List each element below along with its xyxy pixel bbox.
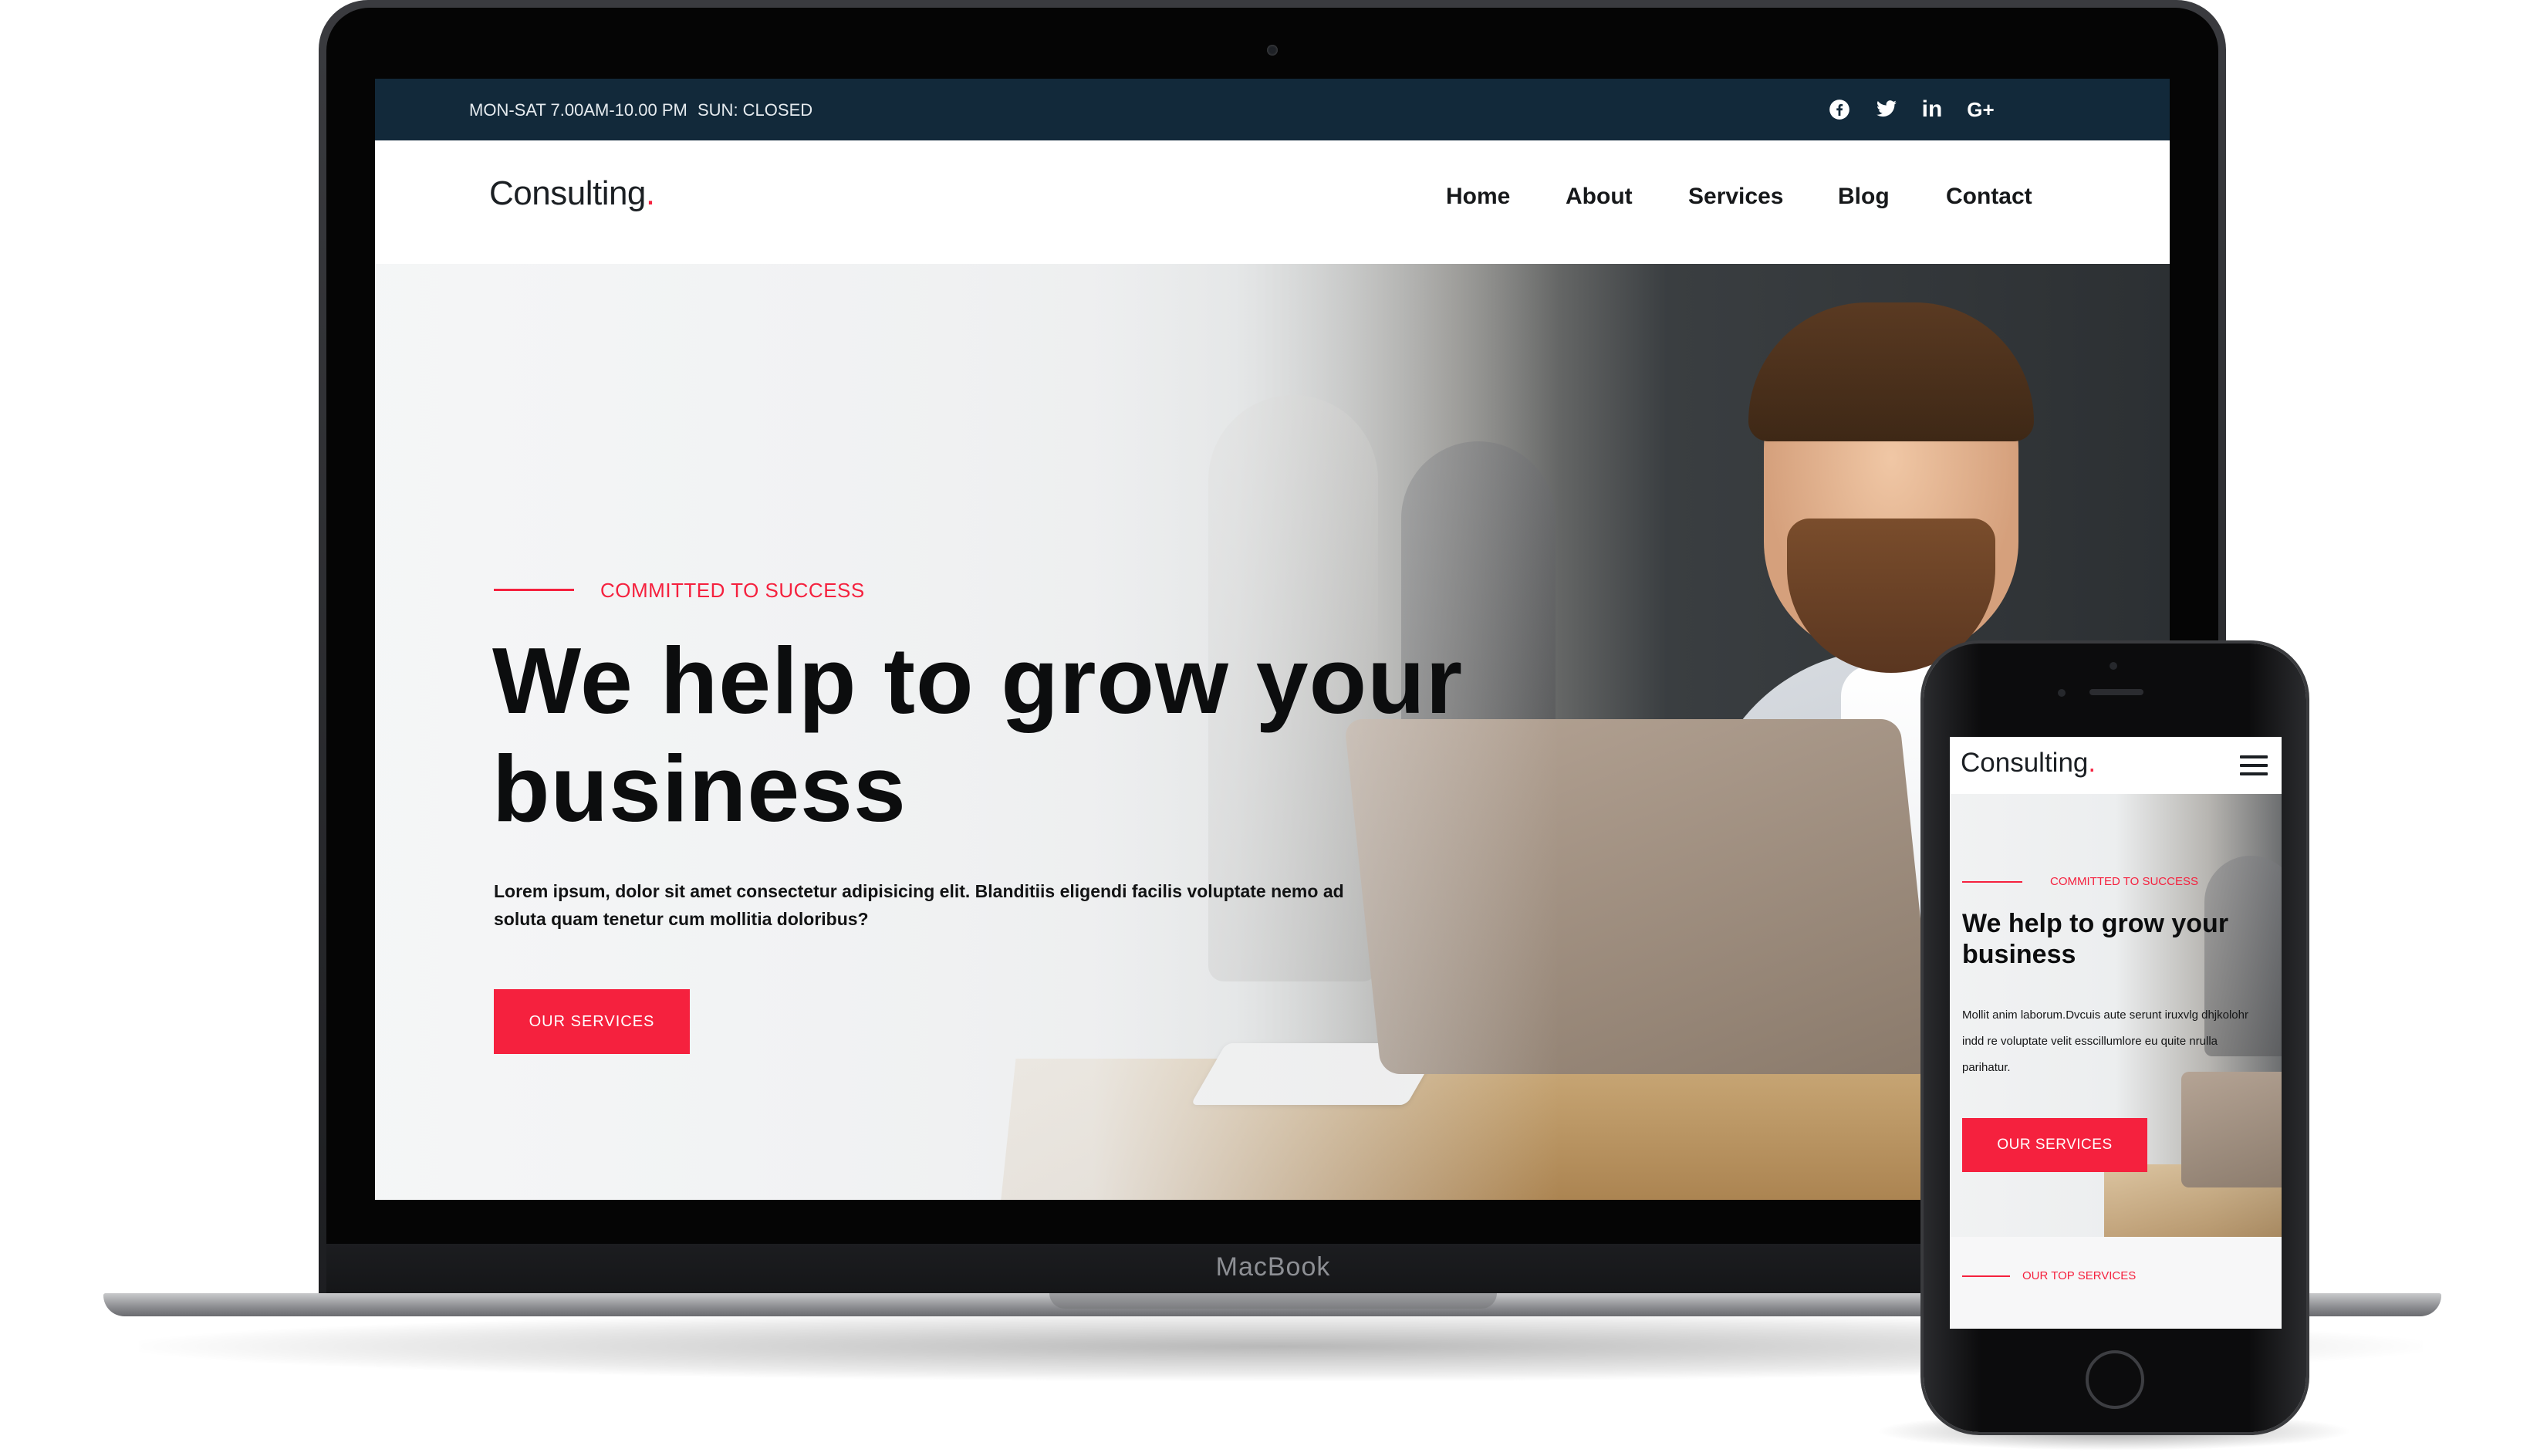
mobile-logo-text: Consulting	[1961, 748, 2089, 778]
mobile-logo-dot: .	[2088, 748, 2096, 778]
mobile-navbar: Consulting.	[1950, 737, 2282, 794]
mobile-hero-section: COMMITTED TO SUCCESS We help to grow you…	[1950, 794, 2282, 1237]
mobile-section-line	[1962, 1275, 2010, 1277]
mobile-services-section: OUR TOP SERVICES	[1950, 1237, 2282, 1329]
mobile-hero-description: Mollit anim laborum.Dvcuis aute serunt i…	[1962, 1008, 2248, 1074]
nav-services[interactable]: Services	[1688, 184, 1783, 210]
logo-text: Consulting	[489, 174, 646, 212]
phone-speaker	[2089, 689, 2143, 695]
facebook-icon[interactable]	[1824, 94, 1855, 125]
google-plus-icon[interactable]: G+	[1963, 94, 1998, 125]
hero-description: Lorem ipsum, dolor sit amet consectetur …	[494, 881, 1344, 929]
phone-screen: Consulting. COMMITTED TO SUCCESS We help…	[1950, 737, 2282, 1329]
nav-home[interactable]: Home	[1446, 184, 1510, 210]
hero-kicker-line	[494, 589, 574, 591]
phone-home-button[interactable]	[2086, 1350, 2144, 1409]
mobile-section-kicker: OUR TOP SERVICES	[2022, 1269, 2137, 1282]
twitter-icon[interactable]	[1871, 94, 1902, 125]
hero-title: We help to grow your business	[492, 628, 1464, 841]
phone-camera	[2110, 662, 2117, 670]
top-info-bar: MON-SAT 7.00AM-10.00 PM SUN: CLOSED in G…	[375, 79, 2170, 140]
mobile-kicker-line	[1962, 881, 2022, 883]
logo-dot: .	[645, 174, 655, 212]
nav-blog[interactable]: Blog	[1838, 184, 1890, 210]
laptop-screen: MON-SAT 7.00AM-10.00 PM SUN: CLOSED in G…	[375, 79, 2170, 1200]
main-navbar: Consulting. Home About Services Blog Con…	[375, 140, 2170, 264]
nav-about[interactable]: About	[1566, 184, 1633, 210]
mobile-hero-title: We help to grow your business	[1962, 909, 2229, 969]
site-logo[interactable]: Consulting.	[489, 174, 655, 213]
laptop-brand-label: MacBook	[1215, 1252, 1331, 1282]
nav-contact[interactable]: Contact	[1946, 184, 2032, 210]
opening-hours: MON-SAT 7.00AM-10.00 PM	[469, 100, 687, 120]
mobile-our-services-button[interactable]: OUR SERVICES	[1962, 1118, 2147, 1172]
linkedin-icon[interactable]: in	[1917, 94, 1947, 125]
our-services-button[interactable]: OUR SERVICES	[494, 989, 690, 1054]
mobile-hero-kicker: COMMITTED TO SUCCESS	[2050, 875, 2198, 888]
phone-sensor	[2058, 689, 2066, 697]
hero-kicker: COMMITTED TO SUCCESS	[600, 579, 865, 602]
laptop-camera	[1267, 45, 1278, 56]
mobile-site-logo[interactable]: Consulting.	[1961, 748, 2096, 779]
mobile-hero-laptop-prop	[2181, 1072, 2282, 1187]
closed-notice: SUN: CLOSED	[698, 100, 813, 120]
laptop-notch	[1049, 1293, 1497, 1309]
hamburger-menu-icon[interactable]	[2240, 755, 2268, 775]
